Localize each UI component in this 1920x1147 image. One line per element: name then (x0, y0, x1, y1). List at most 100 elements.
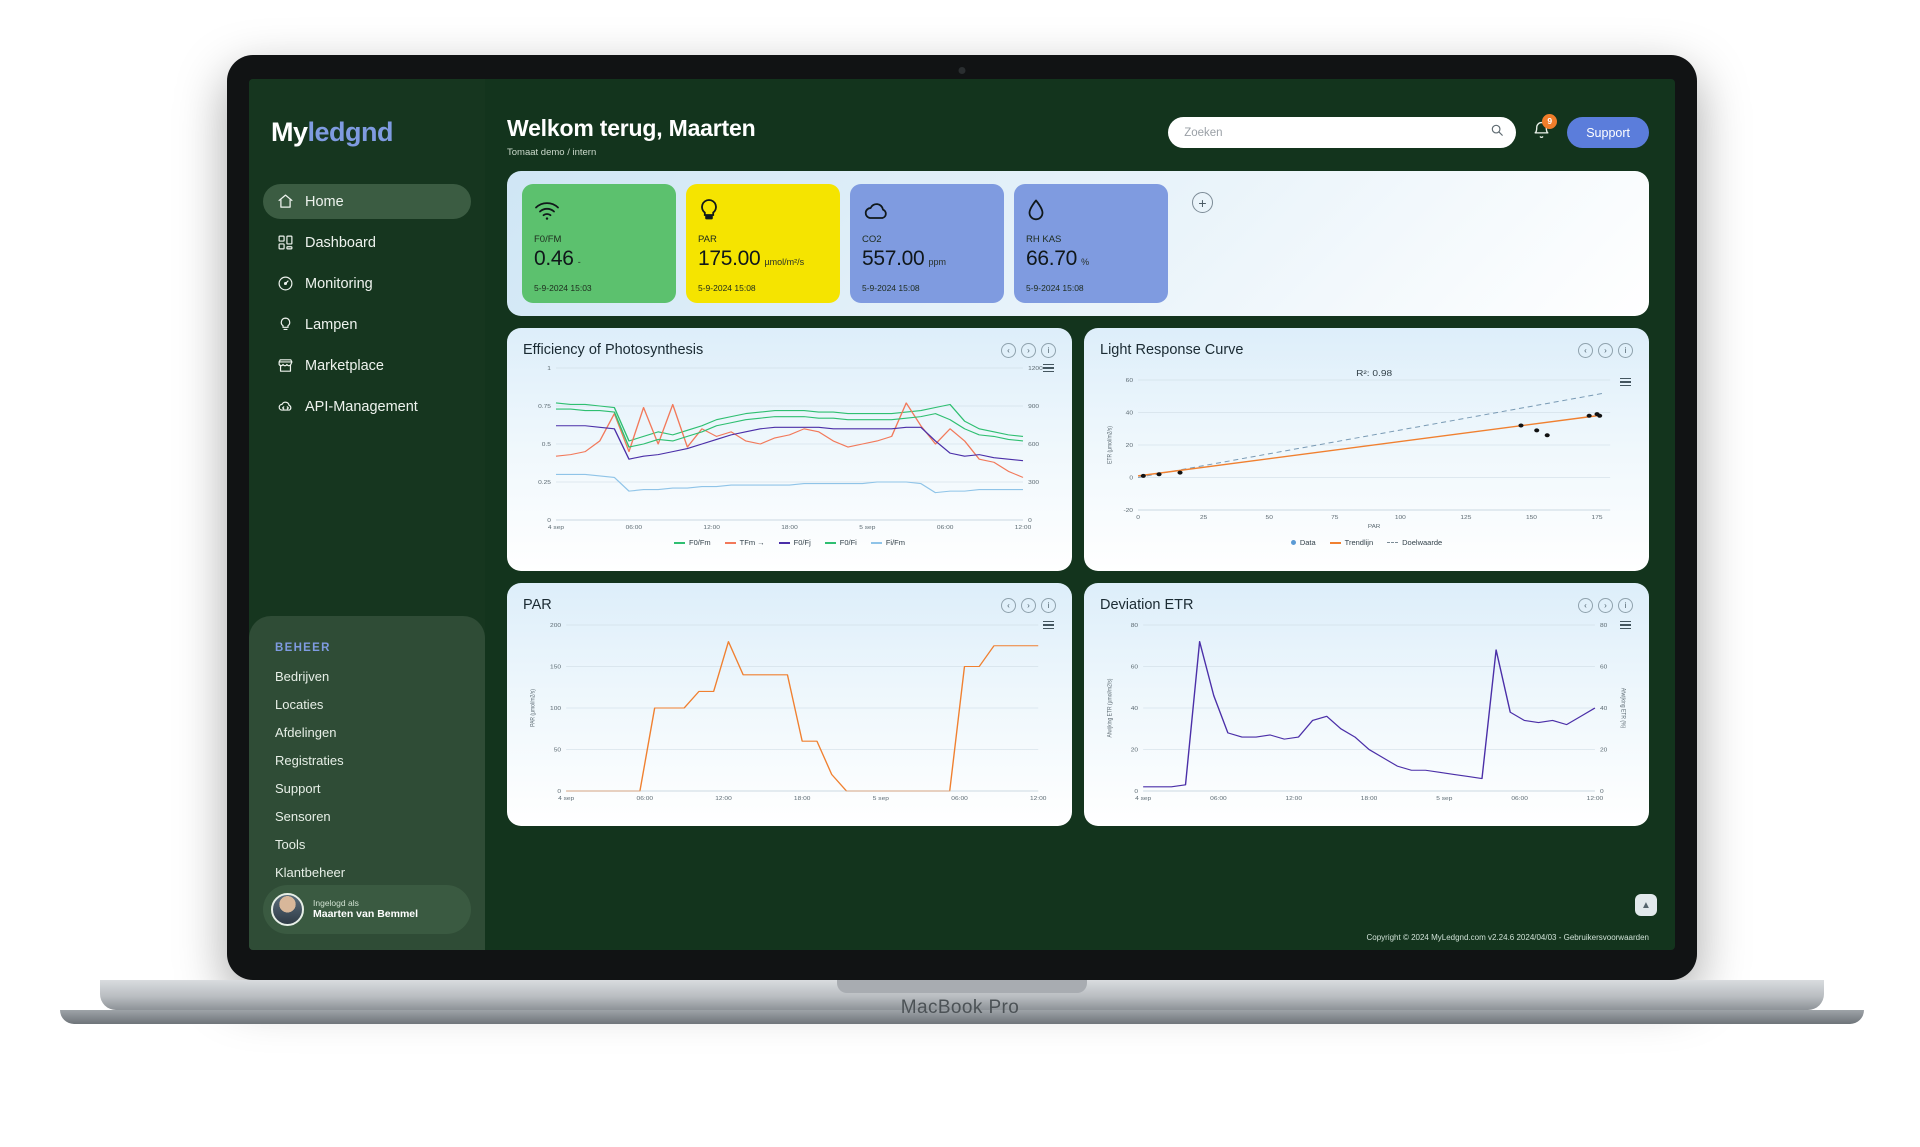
prev-button[interactable]: ‹ (1001, 597, 1016, 613)
chart-menu-icon[interactable] (1620, 378, 1631, 387)
add-kpi-button[interactable]: + (1192, 192, 1213, 213)
content-area: F0/FM 0.46 - 5-9-2024 15:03 PAR 175.00 µ… (485, 171, 1675, 950)
svg-text:4 sep: 4 sep (558, 796, 575, 801)
next-button[interactable]: › (1021, 342, 1036, 358)
panel-header: Deviation ETR ‹ › i (1100, 597, 1633, 613)
kpi-card-par[interactable]: PAR 175.00 µmol/m²/s 5-9-2024 15:08 (686, 184, 840, 303)
svg-text:18:00: 18:00 (794, 796, 811, 801)
sidebar-item-dashboard[interactable]: Dashboard (263, 225, 471, 260)
sidebar-item-marketplace[interactable]: Marketplace (263, 348, 471, 383)
welcome-block: Welkom terug, Maarten Tomaat demo / inte… (507, 115, 756, 158)
beheer-item-locaties[interactable]: Locaties (275, 692, 485, 717)
svg-text:18:00: 18:00 (1361, 796, 1378, 801)
next-button[interactable]: › (1021, 597, 1036, 613)
sidebar: Myledgnd Home Dashboard Monitoring Lampe… (249, 79, 485, 950)
search-input[interactable] (1184, 126, 1483, 139)
chart-menu-icon[interactable] (1620, 621, 1631, 630)
panel-title: Efficiency of Photosynthesis (523, 342, 704, 358)
deviation-plot[interactable]: 0 20 40 60 80 0 20 40 60 80 4 sep 06:00 12:00 18:00 5 … (1100, 613, 1633, 809)
beheer-section: BEHEER Bedrijven Locaties Afdelingen Reg… (249, 616, 485, 950)
svg-text:60: 60 (1600, 665, 1608, 670)
svg-text:0.75: 0.75 (538, 404, 552, 409)
prev-button[interactable]: ‹ (1001, 342, 1016, 358)
legend-item: Fi/Fm (870, 538, 905, 547)
notification-badge: 9 (1542, 113, 1558, 129)
panel-title: PAR (523, 597, 552, 613)
kpi-value-row: 175.00 µmol/m²/s (698, 247, 828, 271)
breadcrumb: Tomaat demo / intern (507, 147, 597, 158)
brand-logo-part1: My (271, 117, 308, 147)
chart-menu-icon[interactable] (1043, 621, 1054, 630)
prev-button[interactable]: ‹ (1578, 342, 1593, 358)
next-button[interactable]: › (1598, 597, 1613, 613)
brand-logo[interactable]: Myledgnd (249, 79, 485, 148)
svg-text:PAR: PAR (1368, 524, 1381, 529)
beheer-item-sensoren[interactable]: Sensoren (275, 804, 485, 829)
par-plot[interactable]: 0 50 100 150 200 4 sep 06:00 12:00 18:00 5 sep 06:… (523, 613, 1056, 809)
user-card[interactable]: Ingelogd als Maarten van Bemmel (263, 885, 471, 934)
svg-text:0: 0 (557, 789, 561, 794)
kpi-card-f0fm[interactable]: F0/FM 0.46 - 5-9-2024 15:03 (522, 184, 676, 303)
sidebar-item-label: Home (305, 193, 344, 210)
beheer-item-bedrijven[interactable]: Bedrijven (275, 664, 485, 689)
bell-icon (1532, 121, 1551, 144)
next-button[interactable]: › (1598, 342, 1613, 358)
prev-button[interactable]: ‹ (1578, 597, 1593, 613)
device-label: MacBook Pro (900, 997, 1020, 1018)
svg-text:150: 150 (1526, 515, 1538, 520)
svg-text:R²: 0.98: R²: 0.98 (1356, 369, 1392, 378)
beheer-item-tools[interactable]: Tools (275, 832, 485, 857)
sidebar-item-label: Monitoring (305, 275, 373, 292)
kpi-card-rh-kas[interactable]: RH KAS 66.70 % 5-9-2024 15:08 (1014, 184, 1168, 303)
kpi-strip: F0/FM 0.46 - 5-9-2024 15:03 PAR 175.00 µ… (507, 171, 1649, 316)
kpi-unit: - (577, 257, 581, 267)
wifi-icon (534, 196, 664, 226)
svg-text:06:00: 06:00 (626, 525, 643, 530)
svg-text:06:00: 06:00 (937, 525, 954, 530)
kpi-card-co2[interactable]: CO2 557.00 ppm 5-9-2024 15:08 (850, 184, 1004, 303)
legend-item: F0/Fm (673, 538, 711, 547)
svg-text:0: 0 (1136, 515, 1140, 520)
chart-menu-icon[interactable] (1043, 364, 1054, 373)
photosynthesis-plot[interactable]: 0 0.25 0.5 0.75 1 0 300 600 900 1200 4 sep 06:00 12:… (523, 358, 1056, 536)
beheer-item-klantbeheer[interactable]: Klantbeheer (275, 860, 485, 885)
primary-nav: Home Dashboard Monitoring Lampen Marketp… (249, 184, 485, 424)
kpi-label: F0/FM (534, 234, 562, 245)
sidebar-item-lampen[interactable]: Lampen (263, 307, 471, 342)
svg-text:5 sep: 5 sep (1436, 796, 1453, 801)
sidebar-item-api-management[interactable]: API-Management (263, 389, 471, 424)
svg-text:12:00: 12:00 (1030, 796, 1047, 801)
sidebar-item-monitoring[interactable]: Monitoring (263, 266, 471, 301)
notifications-button[interactable]: 9 (1532, 113, 1558, 145)
kpi-unit: ppm (928, 257, 946, 267)
kpi-timestamp: 5-9-2024 15:08 (862, 283, 920, 293)
svg-text:06:00: 06:00 (1210, 796, 1227, 801)
search-icon[interactable] (1490, 123, 1504, 142)
info-button[interactable]: i (1618, 597, 1633, 613)
svg-text:1: 1 (547, 366, 551, 371)
beheer-item-support[interactable]: Support (275, 776, 485, 801)
svg-text:0: 0 (1600, 789, 1604, 794)
info-button[interactable]: i (1041, 597, 1056, 613)
laptop-screen: Myledgnd Home Dashboard Monitoring Lampe… (249, 79, 1675, 950)
top-bar-actions: 9 Support (1168, 113, 1649, 148)
sidebar-item-home[interactable]: Home (263, 184, 471, 219)
sidebar-item-label: Marketplace (305, 357, 384, 374)
droplet-icon (1026, 196, 1156, 226)
panel-controls: ‹ › i (1001, 597, 1056, 613)
kpi-value-row: 557.00 ppm (862, 247, 992, 271)
beheer-item-afdelingen[interactable]: Afdelingen (275, 720, 485, 745)
beheer-item-registraties[interactable]: Registraties (275, 748, 485, 773)
kpi-timestamp: 5-9-2024 15:08 (1026, 283, 1084, 293)
panel-header: PAR ‹ › i (523, 597, 1056, 613)
info-button[interactable]: i (1618, 342, 1633, 358)
search-box[interactable] (1168, 117, 1517, 148)
svg-text:100: 100 (550, 706, 562, 711)
svg-text:12:00: 12:00 (703, 525, 720, 530)
kpi-timestamp: 5-9-2024 15:03 (534, 283, 592, 293)
info-button[interactable]: i (1041, 342, 1056, 358)
support-button[interactable]: Support (1567, 117, 1649, 148)
scroll-to-top-button[interactable]: ▲ (1635, 894, 1657, 916)
legend-item: Trendlijn (1329, 538, 1373, 547)
light-response-plot[interactable]: -20 0 20 40 60 0 25 50 75 100 125 150 175 PAR ETR (µmo… (1100, 358, 1633, 536)
